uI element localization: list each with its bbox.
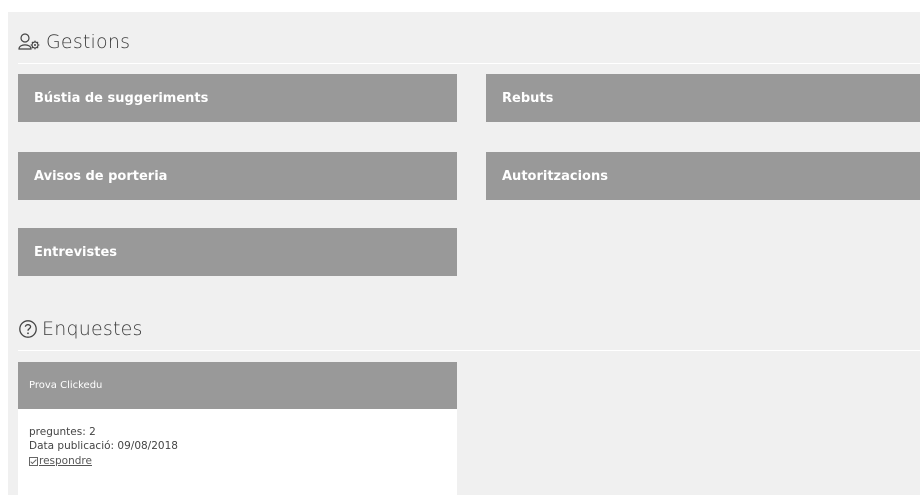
check-square-icon	[29, 456, 38, 466]
survey-details: preguntes: 2 Data publicació: 09/08/2018…	[18, 409, 457, 468]
survey-title[interactable]: Prova Clickedu	[18, 362, 457, 409]
survey-card: Prova Clickedu preguntes: 2 Data publica…	[18, 362, 457, 495]
users-gear-icon	[18, 32, 42, 52]
tile-autoritzacions[interactable]: Autoritzacions	[486, 152, 920, 200]
tile-rebuts[interactable]: Rebuts	[486, 74, 920, 122]
main-panel: Gestions Bústia de suggeriments Rebuts A…	[8, 12, 920, 495]
gestions-divider	[18, 63, 920, 64]
survey-publish-date: Data publicació: 09/08/2018	[29, 440, 178, 452]
gestions-header: Gestions	[18, 31, 130, 53]
enquestes-divider	[18, 350, 920, 351]
question-circle-icon	[18, 319, 38, 339]
enquestes-title: Enquestes	[42, 318, 143, 340]
respond-row: respondre	[29, 454, 457, 468]
tile-avisos-porteria[interactable]: Avisos de porteria	[18, 152, 457, 200]
tile-entrevistes[interactable]: Entrevistes	[18, 228, 457, 276]
respond-link[interactable]: respondre	[39, 454, 92, 468]
tile-bustia-suggeriments[interactable]: Bústia de suggeriments	[18, 74, 457, 122]
enquestes-header: Enquestes	[18, 318, 143, 340]
survey-question-count: preguntes: 2	[29, 426, 96, 438]
gestions-title: Gestions	[46, 31, 131, 53]
